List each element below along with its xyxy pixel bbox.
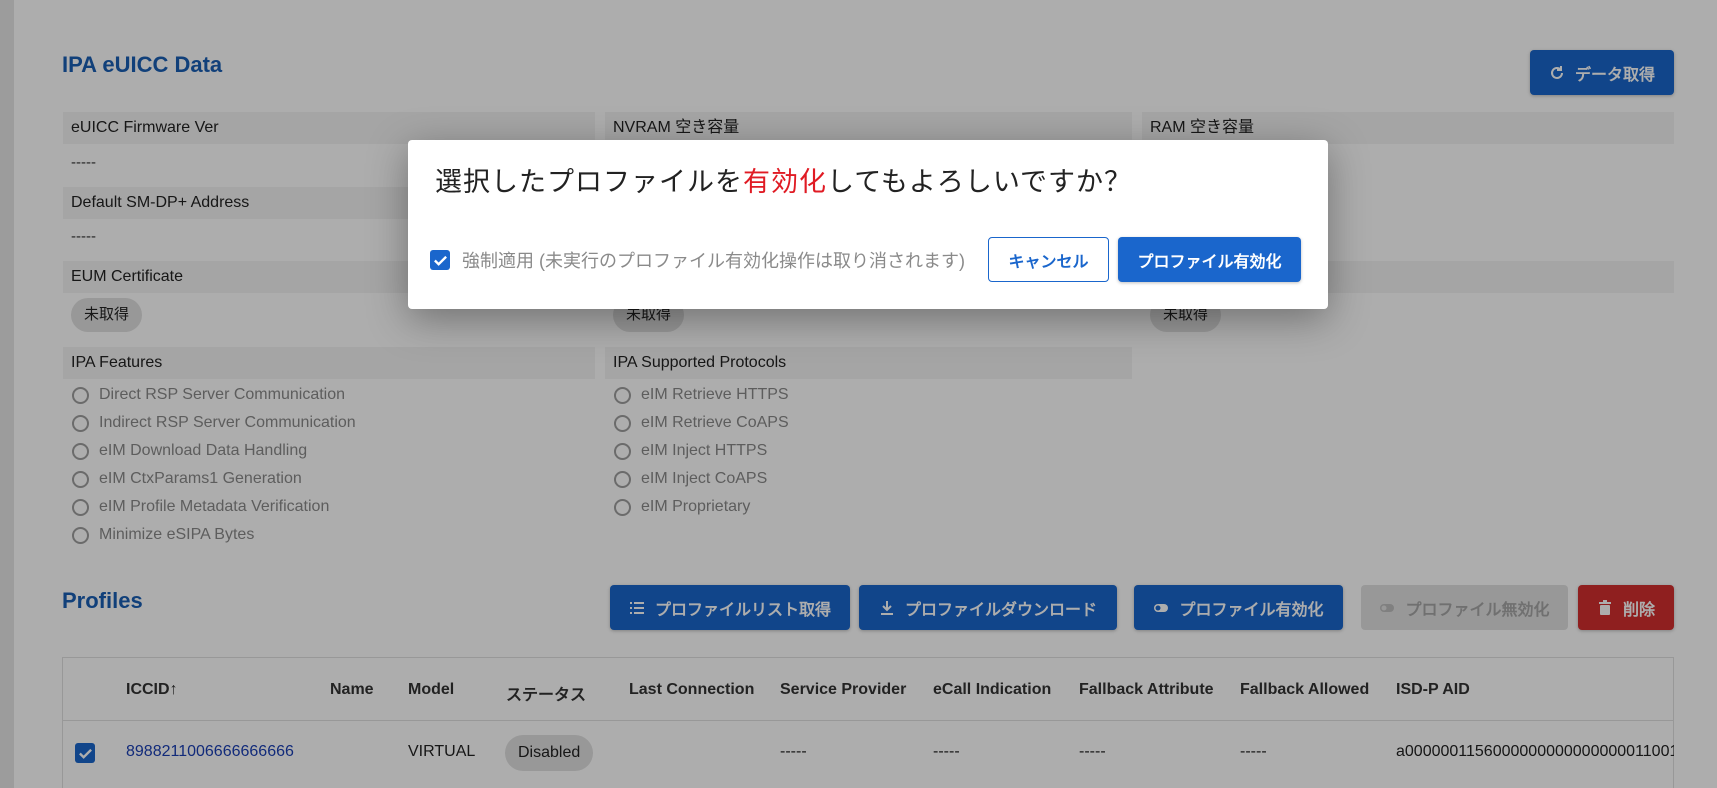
check-icon [433, 255, 447, 266]
modal-overlay[interactable] [0, 0, 1717, 788]
force-apply-row[interactable]: 強制適用 (未実行のプロファイル有効化操作は取り消されます) [430, 247, 965, 273]
cancel-button[interactable]: キャンセル [988, 237, 1109, 282]
force-apply-label: 強制適用 (未実行のプロファイル有効化操作は取り消されます) [462, 251, 965, 271]
dialog-title-accent: 有効化 [743, 167, 827, 197]
force-apply-checkbox[interactable] [430, 250, 450, 270]
confirm-dialog: 選択したプロファイルを有効化してもよろしいですか？ 強制適用 (未実行のプロファ… [408, 140, 1328, 309]
dialog-title: 選択したプロファイルを有効化してもよろしいですか？ [435, 167, 1133, 197]
confirm-enable-button[interactable]: プロファイル有効化 [1118, 237, 1301, 282]
